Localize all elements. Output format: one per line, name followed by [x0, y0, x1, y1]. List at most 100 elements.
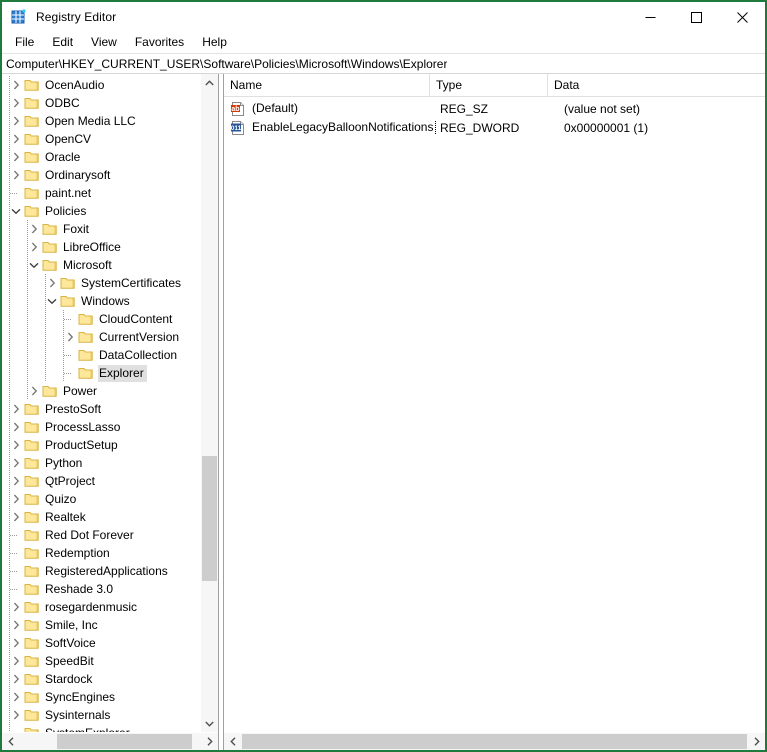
tree-node-opencv[interactable]: OpenCV — [2, 130, 198, 148]
value-name-cell: EnableLegacyBalloonNotifications — [250, 120, 438, 135]
tree-node-foxit[interactable]: Foxit — [2, 220, 198, 238]
tree-node-realtek[interactable]: Realtek — [2, 508, 198, 526]
registry-tree[interactable]: OcenAudioODBCOpen Media LLCOpenCVOracleO… — [2, 74, 218, 732]
minimize-button[interactable] — [627, 2, 673, 32]
tree-expand-toggle[interactable] — [8, 112, 24, 130]
tree-node-label: PrestoSoft — [44, 401, 104, 418]
tree-collapse-toggle[interactable] — [8, 202, 24, 220]
tree-guide-line — [9, 598, 10, 616]
values-horizontal-scrollbar[interactable] — [224, 732, 765, 750]
tree-node-rosegardenmusic[interactable]: rosegardenmusic — [2, 598, 198, 616]
tree-expand-toggle[interactable] — [8, 94, 24, 112]
tree-node-quizo[interactable]: Quizo — [2, 490, 198, 508]
tree-expand-toggle[interactable] — [8, 454, 24, 472]
tree-node-registeredapplications[interactable]: RegisteredApplications — [2, 562, 198, 580]
menu-help[interactable]: Help — [193, 33, 236, 53]
tree-node-red-dot-forever[interactable]: Red Dot Forever — [2, 526, 198, 544]
tree-node-label: Smile, Inc — [44, 617, 101, 634]
tree-expand-toggle[interactable] — [8, 130, 24, 148]
tree-horizontal-scrollbar[interactable] — [2, 732, 218, 750]
tree-node-sysinternals[interactable]: Sysinternals — [2, 706, 198, 724]
tree-scroll-down-button[interactable] — [201, 715, 218, 732]
tree-collapse-toggle[interactable] — [26, 256, 42, 274]
tree-node-softvoice[interactable]: SoftVoice — [2, 634, 198, 652]
tree-scroll-thumb[interactable] — [202, 456, 217, 581]
tree-node-cloudcontent[interactable]: CloudContent — [2, 310, 198, 328]
tree-expand-toggle[interactable] — [8, 166, 24, 184]
tree-node-syncengines[interactable]: SyncEngines — [2, 688, 198, 706]
menu-edit[interactable]: Edit — [43, 33, 82, 53]
tree-node-windows[interactable]: Windows — [2, 292, 198, 310]
tree-node-odbc[interactable]: ODBC — [2, 94, 198, 112]
tree-expand-toggle[interactable] — [8, 472, 24, 490]
close-button[interactable] — [719, 2, 765, 32]
tree-expand-toggle[interactable] — [8, 598, 24, 616]
tree-node-paint-net[interactable]: paint.net — [2, 184, 198, 202]
menu-file[interactable]: File — [6, 33, 43, 53]
tree-node-qtproject[interactable]: QtProject — [2, 472, 198, 490]
tree-scroll-left-button[interactable] — [2, 733, 19, 750]
tree-collapse-toggle[interactable] — [44, 292, 60, 310]
column-header-name[interactable]: Name — [224, 74, 430, 96]
tree-expand-toggle[interactable] — [8, 688, 24, 706]
tree-node-systemexplorer[interactable]: SystemExplorer — [2, 724, 198, 732]
tree-scroll-right-button[interactable] — [201, 733, 218, 750]
tree-node-datacollection[interactable]: DataCollection — [2, 346, 198, 364]
tree-expand-toggle[interactable] — [26, 220, 42, 238]
tree-expand-toggle[interactable] — [26, 238, 42, 256]
menu-favorites[interactable]: Favorites — [126, 33, 193, 53]
address-bar[interactable]: Computer\HKEY_CURRENT_USER\Software\Poli… — [2, 53, 765, 74]
maximize-button[interactable] — [673, 2, 719, 32]
tree-node-oracle[interactable]: Oracle — [2, 148, 198, 166]
tree-expand-toggle[interactable] — [8, 418, 24, 436]
tree-node-policies[interactable]: Policies — [2, 202, 198, 220]
tree-node-smile-inc[interactable]: Smile, Inc — [2, 616, 198, 634]
menu-view[interactable]: View — [82, 33, 126, 53]
tree-node-stardock[interactable]: Stardock — [2, 670, 198, 688]
column-header-data[interactable]: Data — [548, 74, 765, 96]
tree-node-python[interactable]: Python — [2, 454, 198, 472]
tree-node-label: ProcessLasso — [44, 419, 123, 436]
tree-scroll-up-button[interactable] — [201, 74, 218, 91]
tree-expand-toggle[interactable] — [8, 508, 24, 526]
tree-expand-toggle[interactable] — [8, 634, 24, 652]
tree-node-ocenaudio[interactable]: OcenAudio — [2, 76, 198, 94]
tree-node-redemption[interactable]: Redemption — [2, 544, 198, 562]
tree-node-libreoffice[interactable]: LibreOffice — [2, 238, 198, 256]
tree-vertical-scrollbar[interactable] — [200, 74, 218, 732]
tree-expand-toggle[interactable] — [8, 148, 24, 166]
tree-expand-toggle[interactable] — [8, 400, 24, 418]
value-row[interactable]: 011EnableLegacyBalloonNotificationsREG_D… — [224, 118, 765, 137]
tree-node-power[interactable]: Power — [2, 382, 198, 400]
tree-expand-toggle[interactable] — [8, 76, 24, 94]
tree-node-ordinarysoft[interactable]: Ordinarysoft — [2, 166, 198, 184]
tree-expand-toggle[interactable] — [8, 706, 24, 724]
tree-node-speedbit[interactable]: SpeedBit — [2, 652, 198, 670]
chevron-right-icon — [67, 332, 74, 342]
tree-node-reshade-3-0[interactable]: Reshade 3.0 — [2, 580, 198, 598]
tree-expand-toggle[interactable] — [44, 274, 60, 292]
tree-expand-toggle[interactable] — [8, 652, 24, 670]
tree-node-systemcertificates[interactable]: SystemCertificates — [2, 274, 198, 292]
tree-hscroll-thumb[interactable] — [57, 734, 192, 749]
tree-node-prestosoft[interactable]: PrestoSoft — [2, 400, 198, 418]
tree-expand-toggle[interactable] — [62, 328, 78, 346]
tree-expand-toggle[interactable] — [8, 616, 24, 634]
values-hscroll-thumb[interactable] — [242, 734, 747, 749]
tree-node-processlasso[interactable]: ProcessLasso — [2, 418, 198, 436]
tree-node-explorer[interactable]: Explorer — [2, 364, 198, 382]
tree-expand-toggle[interactable] — [26, 382, 42, 400]
value-row[interactable]: ab(Default)REG_SZ(value not set) — [224, 99, 765, 118]
main-content: OcenAudioODBCOpen Media LLCOpenCVOracleO… — [2, 74, 765, 750]
column-header-type[interactable]: Type — [430, 74, 548, 96]
tree-node-currentversion[interactable]: CurrentVersion — [2, 328, 198, 346]
tree-node-open-media-llc[interactable]: Open Media LLC — [2, 112, 198, 130]
values-scroll-left-button[interactable] — [224, 733, 241, 750]
values-scroll-right-button[interactable] — [748, 733, 765, 750]
tree-expand-toggle[interactable] — [8, 436, 24, 454]
tree-node-microsoft[interactable]: Microsoft — [2, 256, 198, 274]
tree-node-productsetup[interactable]: ProductSetup — [2, 436, 198, 454]
tree-expand-toggle[interactable] — [8, 490, 24, 508]
tree-expand-toggle[interactable] — [8, 670, 24, 688]
values-list[interactable]: ab(Default)REG_SZ(value not set)011Enabl… — [224, 97, 765, 732]
